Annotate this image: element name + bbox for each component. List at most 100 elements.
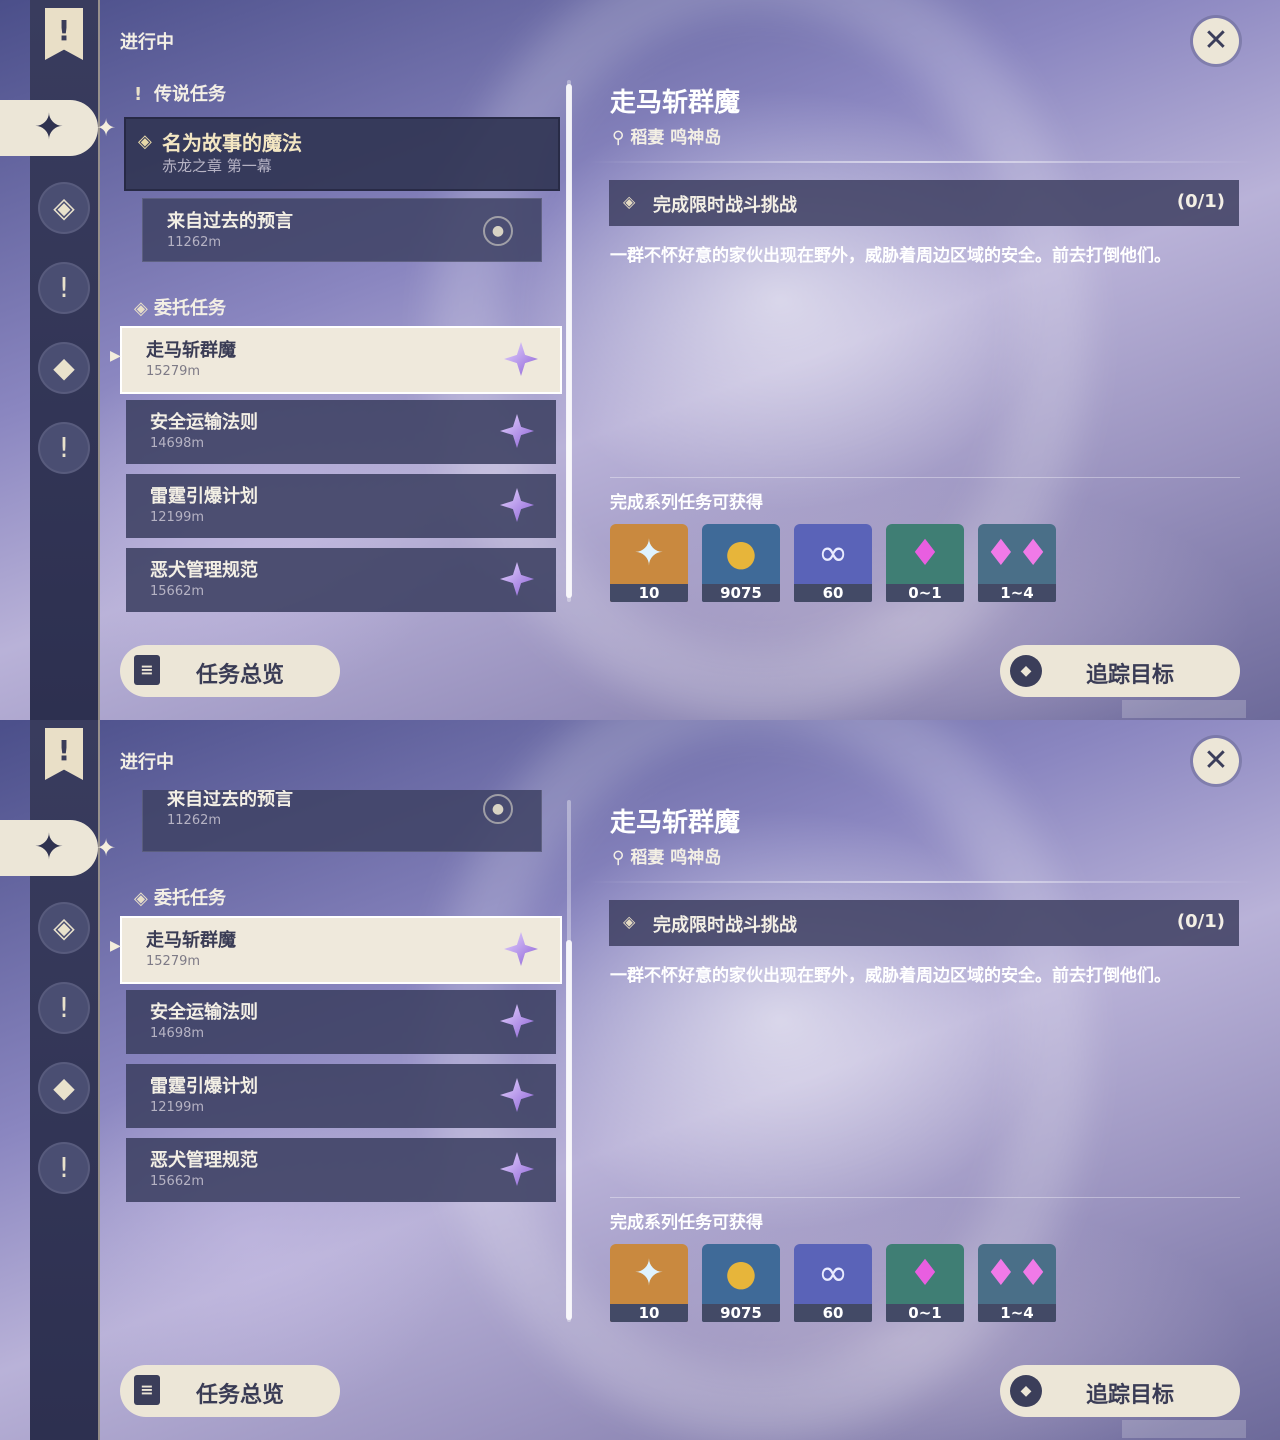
legend-subquest-card[interactable]: 来自过去的预言 11262m ● — [142, 790, 542, 852]
quest-overview-button[interactable]: ≡ 任务总览 — [120, 1365, 340, 1417]
reward-item[interactable]: ∞ 60 — [794, 1244, 872, 1322]
quest-description: 一群不怀好意的家伙出现在野外，威胁着周边区域的安全。前去打倒他们。 — [610, 246, 1171, 266]
list-item[interactable]: 安全运输法则 14698m — [126, 400, 556, 464]
divider — [588, 881, 1258, 883]
location-pin-icon: ⚲ — [612, 848, 631, 868]
divider — [610, 477, 1240, 478]
commission-section-label: ◈ 委托任务 — [134, 298, 226, 319]
story-quest-icon: ! — [58, 991, 70, 1024]
scrollbar-thumb[interactable] — [566, 84, 572, 598]
primogem-icon: ✦ — [633, 533, 665, 574]
close-button[interactable]: ✕ — [1193, 18, 1239, 64]
commission-distance: 15662m — [150, 1174, 205, 1189]
commission-star-icon — [500, 1004, 534, 1038]
commission-distance: 14698m — [150, 436, 205, 451]
sidebar-item-commission[interactable]: ◆ — [38, 342, 90, 394]
commission-diamond-icon: ◈ — [134, 888, 148, 909]
mora-icon: ● — [725, 1253, 757, 1294]
divider — [588, 161, 1258, 163]
reward-item[interactable]: ♦♦ 1~4 — [978, 1244, 1056, 1322]
subquest-title: 来自过去的预言 — [167, 790, 293, 810]
commission-distance: 12199m — [150, 1100, 205, 1115]
reward-item[interactable]: ♦♦ 1~4 — [978, 524, 1056, 602]
track-diamond-icon: ◆ — [1010, 1375, 1042, 1407]
sparkle-icon: ✦ — [96, 834, 117, 862]
objective-bar: ◈ 完成限时战斗挑战 (0/1) — [609, 180, 1239, 226]
quest-screen-1: ! ✦ ✦ ◈ ! ◆ ! 进行中 ✕ ! 传说任务 ◈ 名为故事的魔法 赤龙之章… — [0, 0, 1280, 720]
reward-item[interactable]: ● 9075 — [702, 524, 780, 602]
crystal-icon: ♦ — [908, 533, 942, 574]
quest-overview-button[interactable]: ≡ 任务总览 — [120, 645, 340, 697]
commission-title: 安全运输法则 — [150, 412, 258, 433]
sidebar-item-world[interactable]: ! — [38, 422, 90, 474]
location-pin-icon: ⚲ — [612, 128, 631, 148]
reward-item[interactable]: ♦ 0~1 — [886, 524, 964, 602]
commission-distance: 12199m — [150, 510, 205, 525]
commission-quest-icon: ◆ — [53, 351, 75, 384]
commission-star-icon — [500, 1152, 534, 1186]
sidebar-item-archon[interactable]: ◈ — [38, 902, 90, 954]
quest-book-icon: ≡ — [134, 1375, 160, 1405]
sidebar-item-story[interactable]: ! — [38, 982, 90, 1034]
close-icon: ✕ — [1203, 743, 1229, 778]
legend-section-label: ! 传说任务 — [134, 84, 226, 105]
commission-distance: 14698m — [150, 1026, 205, 1041]
sidebar-item-world[interactable]: ! — [38, 1142, 90, 1194]
list-item[interactable]: 恶犬管理规范 15662m — [126, 1138, 556, 1202]
reward-item[interactable]: ♦ 0~1 — [886, 1244, 964, 1322]
companionship-icon: ∞ — [818, 533, 848, 574]
objective-progress: (0/1) — [1176, 191, 1225, 212]
list-item[interactable]: 安全运输法则 14698m — [126, 990, 556, 1054]
sidebar-item-story[interactable]: ! — [38, 262, 90, 314]
subquest-distance: 11262m — [167, 235, 222, 250]
list-item[interactable]: 走马斩群魔 15279m — [120, 326, 562, 394]
page-title: 进行中 — [120, 752, 174, 773]
list-item[interactable]: 雷霆引爆计划 12199m — [126, 474, 556, 538]
selected-arrow-icon: ▶ — [110, 348, 121, 364]
commission-title: 雷霆引爆计划 — [150, 1076, 258, 1097]
commission-star-icon — [504, 932, 538, 966]
crystal-cluster-icon: ♦♦ — [984, 1253, 1050, 1294]
selected-arrow-icon: ▶ — [110, 938, 121, 954]
track-target-button[interactable]: ◆ 追踪目标 — [1000, 1365, 1240, 1417]
list-item[interactable]: 雷霆引爆计划 12199m — [126, 1064, 556, 1128]
commission-title: 走马斩群魔 — [146, 340, 236, 361]
legend-subquest-card[interactable]: 来自过去的预言 11262m ● — [142, 198, 542, 262]
reward-item[interactable]: ∞ 60 — [794, 524, 872, 602]
list-item[interactable]: 恶犬管理规范 15662m — [126, 548, 556, 612]
commission-star-icon — [504, 342, 538, 376]
location-pin-icon: ● — [483, 794, 513, 824]
reward-item[interactable]: ✦ 10 — [610, 1244, 688, 1322]
commission-title: 雷霆引爆计划 — [150, 486, 258, 507]
page-title: 进行中 — [120, 32, 174, 53]
track-target-button[interactable]: ◆ 追踪目标 — [1000, 645, 1240, 697]
objective-progress: (0/1) — [1176, 911, 1225, 932]
sidebar-item-archon[interactable]: ◈ — [38, 182, 90, 234]
diamond-icon: ◈ — [623, 192, 636, 211]
quest-location: ⚲ 稻妻 鸣神岛 — [612, 848, 722, 868]
sidebar-item-all-quests[interactable]: ✦ — [0, 100, 98, 156]
companionship-icon: ∞ — [818, 1253, 848, 1294]
sidebar-item-all-quests[interactable]: ✦ — [0, 820, 98, 876]
close-button[interactable]: ✕ — [1193, 738, 1239, 784]
subquest-distance: 11262m — [167, 813, 222, 828]
list-item[interactable]: 走马斩群魔 15279m — [120, 916, 562, 984]
sidebar-item-commission[interactable]: ◆ — [38, 1062, 90, 1114]
commission-distance: 15662m — [150, 584, 205, 599]
objective-text: 完成限时战斗挑战 — [653, 195, 797, 216]
divider — [610, 1197, 1240, 1198]
rewards-title: 完成系列任务可获得 — [610, 493, 763, 513]
reward-item[interactable]: ✦ 10 — [610, 524, 688, 602]
commission-star-icon — [500, 414, 534, 448]
scrollbar-thumb[interactable] — [566, 940, 572, 1320]
legend-quest-card[interactable]: ◈ 名为故事的魔法 赤龙之章 第一幕 — [124, 117, 560, 191]
primogem-icon: ✦ — [633, 1253, 665, 1294]
crystal-icon: ♦ — [908, 1253, 942, 1294]
quest-screen-2: ! ✦ ✦ ◈ ! ◆ ! 进行中 ✕ 来自过去的预言 11262m ● ◈ 委托… — [0, 720, 1280, 1440]
quest-title: 走马斩群魔 — [610, 88, 741, 118]
quest-list[interactable]: ! 传说任务 ◈ 名为故事的魔法 赤龙之章 第一幕 来自过去的预言 11262m … — [118, 70, 568, 630]
quest-location: ⚲ 稻妻 鸣神岛 — [612, 128, 722, 148]
diamond-icon: ◈ — [623, 912, 636, 931]
quest-list[interactable]: 来自过去的预言 11262m ● ◈ 委托任务 走马斩群魔 15279m 安全运输… — [118, 790, 568, 1350]
reward-item[interactable]: ● 9075 — [702, 1244, 780, 1322]
